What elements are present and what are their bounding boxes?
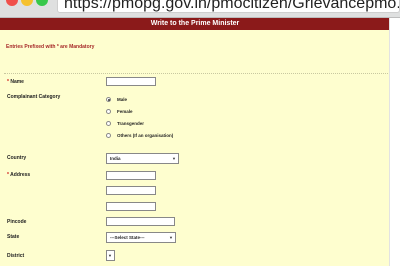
mandatory-notice: Entries Prefixed with * are Mandatory xyxy=(6,44,95,50)
address-line1-input[interactable] xyxy=(106,171,156,180)
close-window-button[interactable] xyxy=(6,0,18,6)
radio-label: Male xyxy=(117,97,128,102)
radio-button[interactable] xyxy=(106,133,111,138)
grievance-page: Write to the Prime Minister Entries Pref… xyxy=(0,18,400,266)
name-input[interactable] xyxy=(106,77,156,86)
maximize-window-button[interactable] xyxy=(36,0,48,6)
category-radio-male[interactable]: Male xyxy=(106,96,127,103)
pincode-label: Pincode xyxy=(7,219,27,225)
category-radio-transgender[interactable]: Transgender xyxy=(106,120,144,127)
minimize-window-button[interactable] xyxy=(21,0,33,6)
name-label: * Name xyxy=(7,79,24,85)
address-line3-input[interactable] xyxy=(106,202,156,211)
address-bar[interactable]: https://pmopg.gov.in/pmocitizen/Grievanc… xyxy=(57,0,400,13)
category-label: Complainant Category xyxy=(7,94,61,100)
chevron-down-icon: ▼ xyxy=(172,156,176,161)
country-label: Country xyxy=(7,155,27,161)
radio-button[interactable] xyxy=(106,97,111,102)
form-title: Write to the Prime Minister xyxy=(0,18,390,30)
radio-label: Female xyxy=(117,109,133,114)
state-select[interactable]: ---Select State--- ▼ xyxy=(106,232,176,243)
radio-button[interactable] xyxy=(106,109,111,114)
section-divider xyxy=(4,73,388,74)
address-line2-input[interactable] xyxy=(106,186,156,195)
chevron-down-icon: ▼ xyxy=(169,235,173,240)
state-select-value: ---Select State--- xyxy=(110,235,145,240)
radio-button[interactable] xyxy=(106,121,111,126)
address-label-text: Address xyxy=(10,172,31,178)
address-label: * Address xyxy=(7,172,30,178)
district-label: District xyxy=(7,253,25,259)
radio-label: Transgender xyxy=(117,121,145,126)
category-radio-others[interactable]: Others (If an organisation) xyxy=(106,132,173,139)
country-select-value: India xyxy=(110,156,121,161)
chevron-down-icon: ▼ xyxy=(108,253,112,258)
radio-label: Others (If an organisation) xyxy=(117,133,174,138)
pincode-input[interactable] xyxy=(106,217,175,226)
district-select[interactable]: ▼ xyxy=(106,250,115,261)
browser-toolbar: https://pmopg.gov.in/pmocitizen/Grievanc… xyxy=(0,0,400,18)
category-radio-female[interactable]: Female xyxy=(106,108,133,115)
country-select[interactable]: India ▼ xyxy=(106,153,179,164)
name-label-text: Name xyxy=(10,79,24,85)
page-scrollbar[interactable] xyxy=(389,18,400,266)
state-label: State xyxy=(7,234,20,240)
